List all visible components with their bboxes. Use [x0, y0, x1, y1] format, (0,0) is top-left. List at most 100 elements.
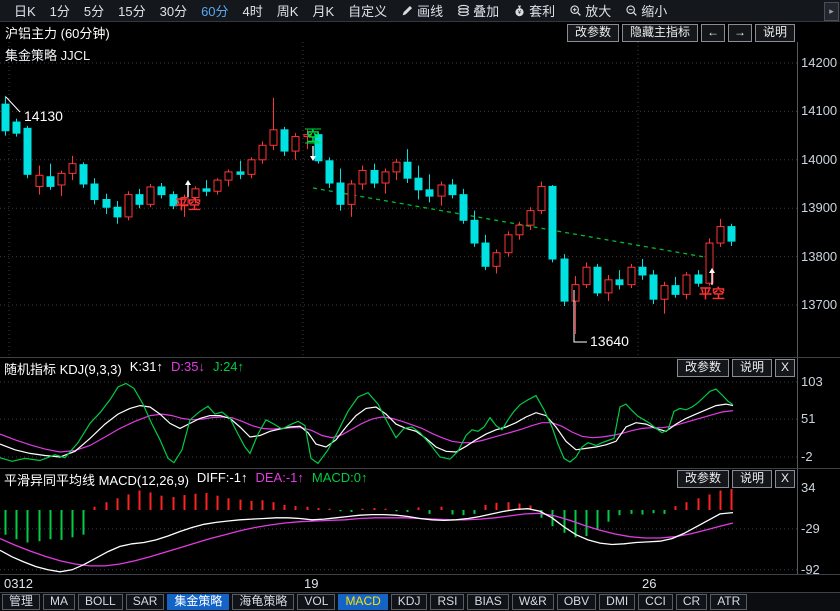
axis-label: 13900 — [801, 200, 837, 215]
svg-text:14130: 14130 — [24, 108, 63, 124]
kdj-help-button[interactable]: 说明 — [732, 359, 772, 377]
period-60min[interactable]: 60分 — [201, 1, 228, 20]
macd-chart[interactable] — [0, 487, 797, 575]
tab-obv[interactable]: OBV — [557, 594, 596, 610]
tab-cr[interactable]: CR — [676, 594, 707, 610]
trading-app-window: 日K 1分 5分 15分 30分 60分 4时 周K 月K 自定义 画线 叠加 … — [0, 0, 840, 611]
tab-cci[interactable]: CCI — [638, 594, 673, 610]
axis-label: -2 — [801, 449, 813, 464]
period-30min-label: 30分 — [160, 1, 187, 20]
period-monthly[interactable]: 月K — [312, 1, 334, 20]
period-15min[interactable]: 15分 — [118, 1, 145, 20]
svg-text:平空: 平空 — [175, 197, 201, 212]
zoom-out-button[interactable]: 缩小 — [625, 1, 667, 20]
pencil-icon — [401, 4, 414, 17]
macd-header: 平滑异同平均线 MACD(12,26,9) DIFF:-1↑ DEA:-1↑ M… — [0, 469, 797, 489]
period-4h-label: 4时 — [243, 1, 263, 20]
period-30min[interactable]: 30分 — [160, 1, 187, 20]
period-5min[interactable]: 5分 — [84, 1, 104, 20]
indicator-tabbar: 管理MABOLLSAR集金策略海龟策略VOLMACDKDJRSIBIASW&RO… — [0, 592, 840, 611]
period-daily[interactable]: 日K — [14, 1, 36, 20]
draw-line-label: 画线 — [417, 1, 443, 20]
period-15min-label: 15分 — [118, 1, 145, 20]
tab-kdj[interactable]: KDJ — [391, 594, 428, 610]
period-1min[interactable]: 1分 — [50, 1, 70, 20]
zoom-in-button[interactable]: 放大 — [569, 1, 611, 20]
zoom-out-label: 缩小 — [641, 1, 667, 20]
period-5min-label: 5分 — [84, 1, 104, 20]
symbol-title: 沪铝主力 (60分钟) — [0, 23, 110, 42]
tab-sar[interactable]: SAR — [126, 594, 165, 610]
zoom-out-icon — [625, 4, 638, 17]
axis-label: 103 — [801, 374, 823, 389]
panel-toggle-button[interactable]: ▸ — [824, 2, 839, 21]
kdj-k-value: K:31↑ — [130, 359, 163, 378]
period-daily-label: 日K — [14, 1, 36, 20]
period-custom-label: 自定义 — [348, 1, 387, 20]
period-custom[interactable]: 自定义 — [348, 1, 387, 20]
next-arrow-button[interactable]: → — [728, 24, 752, 42]
time-axis-label: 0312 — [4, 576, 33, 591]
hide-main-indicator-button[interactable]: 隐藏主指标 — [622, 24, 698, 42]
axis-label: 34 — [801, 480, 815, 495]
tab-ma[interactable]: MA — [43, 594, 75, 610]
tab-turtle-strategy[interactable]: 海龟策略 — [232, 594, 294, 610]
macd-title: 平滑异同平均线 MACD(12,26,9) — [4, 470, 189, 489]
svg-text:平空: 平空 — [699, 286, 725, 301]
time-axis-label: 26 — [642, 576, 656, 591]
kdj-j-value: J:24↑ — [213, 359, 244, 378]
change-params-button[interactable]: 改参数 — [567, 24, 619, 42]
overlay-label: 叠加 — [473, 1, 499, 20]
axis-label: 14000 — [801, 152, 837, 167]
chart-titlebar: 沪铝主力 (60分钟) 改参数 隐藏主指标 ← → 说明 — [0, 23, 840, 43]
candlestick-chart[interactable]: 14130 13640 平空 空平空 — [0, 42, 797, 358]
svg-text:空: 空 — [306, 129, 319, 144]
arbitrage-button[interactable]: ¥ 套利 — [513, 1, 555, 20]
tab-bias[interactable]: BIAS — [467, 594, 508, 610]
tab-rsi[interactable]: RSI — [430, 594, 464, 610]
price-axis: 14200141001400013900138001370010351-234-… — [797, 42, 840, 575]
zoom-in-label: 放大 — [585, 1, 611, 20]
period-monthly-label: 月K — [312, 1, 334, 20]
period-4h[interactable]: 4时 — [243, 1, 263, 20]
kdj-header: 随机指标 KDJ(9,3,3) K:31↑ D:35↓ J:24↑ 改参数 说明… — [0, 358, 797, 378]
draw-line-button[interactable]: 画线 — [401, 1, 443, 20]
period-weekly-label: 周K — [277, 1, 299, 20]
arbitrage-label: 套利 — [529, 1, 555, 20]
axis-label: 14200 — [801, 55, 837, 70]
macd-help-button[interactable]: 说明 — [732, 470, 772, 488]
tab-jijin-strategy[interactable]: 集金策略 — [167, 594, 229, 610]
time-axis-label: 19 — [304, 576, 318, 591]
period-weekly[interactable]: 周K — [277, 1, 299, 20]
stacked-layers-icon — [457, 4, 470, 17]
tab-macd[interactable]: MACD — [338, 594, 387, 610]
macd-diff-value: DIFF:-1↑ — [197, 470, 248, 489]
macd-macd-value: MACD:0↑ — [312, 470, 368, 489]
axis-label: 13700 — [801, 297, 837, 312]
tab-dmi[interactable]: DMI — [599, 594, 635, 610]
tab-manage[interactable]: 管理 — [2, 594, 40, 610]
prev-arrow-button[interactable]: ← — [701, 24, 725, 42]
help-button[interactable]: 说明 — [755, 24, 795, 42]
period-1min-label: 1分 — [50, 1, 70, 20]
tab-atr[interactable]: ATR — [710, 594, 747, 610]
kdj-close-button[interactable]: X — [775, 359, 795, 377]
overlay-button[interactable]: 叠加 — [457, 1, 499, 20]
kdj-change-params-button[interactable]: 改参数 — [677, 359, 729, 377]
kdj-title: 随机指标 KDJ(9,3,3) — [4, 359, 122, 378]
strategy-label: 集金策略 JJCL — [5, 45, 90, 64]
period-toolbar: 日K 1分 5分 15分 30分 60分 4时 周K 月K 自定义 画线 叠加 … — [0, 0, 840, 22]
svg-text:13640: 13640 — [590, 333, 629, 349]
tab-boll[interactable]: BOLL — [78, 594, 123, 610]
macd-dea-value: DEA:-1↑ — [255, 470, 303, 489]
zoom-in-icon — [569, 4, 582, 17]
axis-label: 14100 — [801, 103, 837, 118]
macd-close-button[interactable]: X — [775, 470, 795, 488]
kdj-chart[interactable] — [0, 378, 797, 470]
tab-vol[interactable]: VOL — [297, 594, 335, 610]
panel-separator — [0, 574, 840, 575]
macd-change-params-button[interactable]: 改参数 — [677, 470, 729, 488]
tab-wr[interactable]: W&R — [512, 594, 554, 610]
kdj-d-value: D:35↓ — [171, 359, 205, 378]
axis-label: 51 — [801, 411, 815, 426]
